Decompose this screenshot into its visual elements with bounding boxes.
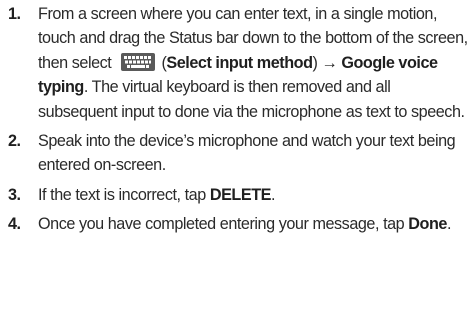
step-text: . xyxy=(446,215,452,234)
instruction-steps: 1. From a screen where you can enter tex… xyxy=(0,2,473,242)
step-number: 4. xyxy=(8,215,21,234)
step-4: 4. Once you have completed entering your… xyxy=(0,212,473,236)
step-text: If the text is incorrect, tap xyxy=(38,185,210,204)
step-2: 2. Speak into the device’s microphone an… xyxy=(0,129,473,178)
step-number: 3. xyxy=(8,185,21,204)
step-text: ) xyxy=(312,53,322,72)
done-label: Done xyxy=(408,215,447,234)
keyboard-icon xyxy=(121,52,156,71)
step-text: Speak into the device’s microphone and w… xyxy=(38,132,456,175)
step-1: 1. From a screen where you can enter tex… xyxy=(0,2,473,124)
step-number: 2. xyxy=(8,132,21,151)
delete-label: DELETE xyxy=(209,185,272,204)
step-text: Once you have completed entering your me… xyxy=(38,215,409,234)
step-3: 3. If the text is incorrect, tap DELETE. xyxy=(0,183,473,207)
step-number: 1. xyxy=(8,5,21,23)
step-text: . xyxy=(271,185,276,204)
select-input-method-label: Select input method xyxy=(166,53,313,72)
step-text: . The virtual keyboard is then removed a… xyxy=(38,78,465,121)
